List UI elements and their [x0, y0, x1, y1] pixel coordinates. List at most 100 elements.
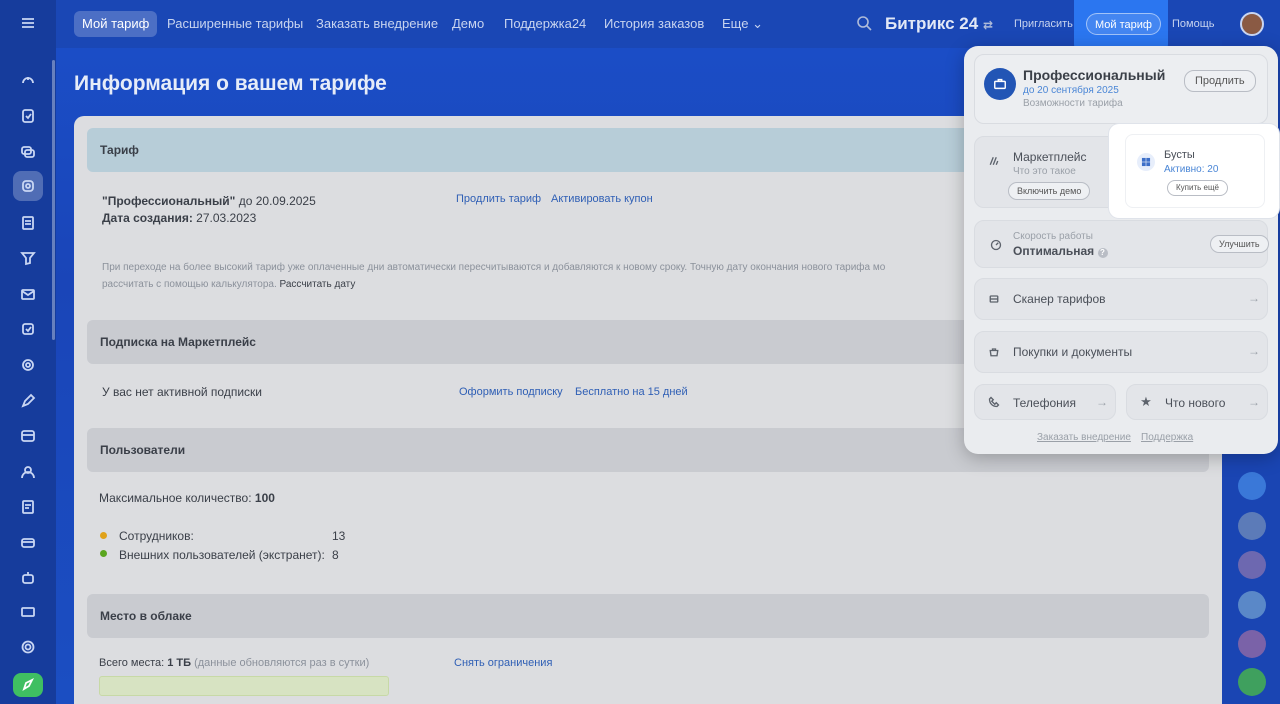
tariff-until: до 20.09.2025	[235, 194, 316, 208]
marketplace-sub[interactable]: Что это такое	[1013, 166, 1076, 177]
pen-icon[interactable]	[13, 386, 43, 416]
my-plan-highlight[interactable]: Мой тариф	[1074, 0, 1168, 52]
chat-icon[interactable]	[13, 137, 43, 167]
employees-dot	[100, 532, 107, 539]
chat-bubble-icon[interactable]	[1238, 472, 1266, 500]
boosts-highlight[interactable]: Бусты Активно: 20 Купить ещё	[1109, 124, 1279, 218]
arrow-right-icon: →	[1248, 291, 1260, 305]
search-icon[interactable]	[856, 15, 872, 31]
rocket-icon[interactable]	[13, 673, 43, 697]
remove-limits-link[interactable]: Снять ограничения	[454, 657, 552, 669]
employees-label: Сотрудников:	[119, 529, 194, 543]
tab-more[interactable]: Еще ⌄	[714, 11, 771, 37]
purchases-label: Покупки и документы	[1013, 345, 1133, 359]
plan-until: до 20 сентября 2025	[1023, 85, 1119, 96]
menu-icon[interactable]	[13, 8, 43, 38]
gear-icon[interactable]	[13, 632, 43, 662]
feed-icon[interactable]	[13, 66, 43, 96]
avatar[interactable]	[1240, 12, 1264, 36]
star-icon: ★	[1140, 394, 1152, 409]
contact-avatar[interactable]	[1238, 512, 1266, 540]
enable-demo-button[interactable]: Включить демо	[1008, 182, 1091, 200]
basket-icon	[985, 343, 1003, 361]
file-icon[interactable]	[13, 492, 43, 522]
target-icon[interactable]	[13, 350, 43, 380]
tab-my-plan[interactable]: Мой тариф	[74, 11, 158, 37]
buy-more-button[interactable]: Купить ещё	[1167, 180, 1228, 196]
info-icon[interactable]: ?	[1097, 248, 1108, 258]
grid-icon[interactable]	[13, 597, 43, 627]
speed-value-line: Оптимальная ?	[1013, 244, 1108, 258]
created-value: 27.03.2023	[192, 211, 257, 225]
arrow-right-icon: →	[1248, 395, 1260, 409]
tab-support24[interactable]: Поддержка24	[496, 11, 594, 37]
sidebar-scrollbar[interactable]	[52, 60, 55, 340]
brand-logo: Битрикс 24 ⇄	[885, 14, 993, 34]
external-dot	[100, 550, 107, 557]
boosts-title: Бусты	[1164, 149, 1195, 161]
max-users-label: Максимальное количество:	[99, 491, 252, 505]
tab-more-label: Еще	[722, 16, 749, 31]
card-icon[interactable]	[13, 528, 43, 558]
marketplace-icon	[985, 152, 1003, 170]
checkbox-icon[interactable]	[13, 314, 43, 344]
speed-label: Скорость работы	[1013, 231, 1093, 242]
marketplace-title: Маркетплейс	[1013, 150, 1087, 164]
cloud-progress-bar	[99, 676, 389, 696]
calculate-date-link[interactable]: Рассчитать дату	[277, 279, 356, 290]
tariff-note-line1: При переходе на более высокий тариф уже …	[102, 262, 886, 273]
employees-value: 13	[332, 529, 346, 543]
tab-demo[interactable]: Демо	[444, 11, 492, 37]
brand-text: Битрикс 24	[885, 14, 979, 33]
my-plan-button[interactable]: Мой тариф	[1086, 13, 1161, 35]
telephony-label: Телефония	[1013, 396, 1076, 410]
mail-icon[interactable]	[13, 279, 43, 309]
arrow-right-icon: →	[1248, 344, 1260, 358]
swap-icon[interactable]: ⇄	[983, 18, 993, 32]
tariff-name-line: "Профессиональный" до 20.09.2025	[102, 194, 316, 208]
free-trial-link[interactable]: Бесплатно на 15 дней	[575, 386, 688, 398]
max-users-line: Максимальное количество: 100	[99, 491, 275, 505]
cloud-note: (данные обновляются раз в сутки)	[191, 657, 370, 669]
calendar-icon[interactable]	[13, 421, 43, 451]
arrow-right-icon: →	[1096, 395, 1108, 409]
chevron-down-icon: ⌄	[752, 16, 763, 31]
footer-support-link[interactable]: Поддержка	[1141, 432, 1193, 443]
contact-avatar[interactable]	[1238, 591, 1266, 619]
plan-name: Профессиональный	[1023, 67, 1166, 83]
invite-button[interactable]: Пригласить	[1006, 11, 1081, 37]
footer-order-link[interactable]: Заказать внедрение	[1037, 432, 1131, 443]
plan-popup: Профессиональный до 20 сентября 2025 Воз…	[964, 46, 1278, 454]
briefcase-icon	[984, 68, 1016, 100]
help-button[interactable]: Помощь	[1164, 11, 1223, 37]
activate-coupon-link[interactable]: Активировать купон	[551, 193, 653, 205]
scanner-icon	[985, 290, 1003, 308]
external-value: 8	[332, 548, 339, 562]
docs-icon[interactable]	[13, 208, 43, 238]
whats-new-label: Что нового	[1165, 396, 1226, 410]
tariff-note-line2: рассчитать с помощью калькулятора. Рассч…	[102, 279, 355, 290]
page-title: Информация о вашем тарифе	[74, 72, 387, 95]
extend-tariff-link[interactable]: Продлить тариф	[456, 193, 541, 205]
tab-extended-plans[interactable]: Расширенные тарифы	[159, 11, 311, 37]
plan-icon[interactable]	[13, 171, 43, 201]
users-icon[interactable]	[13, 457, 43, 487]
robot-icon[interactable]	[13, 563, 43, 593]
tab-order-implementation[interactable]: Заказать внедрение	[308, 11, 446, 37]
plan-features-link[interactable]: Возможности тарифа	[1023, 98, 1123, 109]
contact-avatar[interactable]	[1238, 630, 1266, 658]
group-avatar[interactable]	[1238, 551, 1266, 579]
tab-order-history[interactable]: История заказов	[596, 11, 712, 37]
contact-avatar[interactable]	[1238, 668, 1266, 696]
left-sidebar	[0, 0, 56, 704]
cloud-total-line: Всего места: 1 ТБ (данные обновляются ра…	[99, 657, 369, 669]
phone-icon	[985, 393, 1003, 411]
extend-button[interactable]: Продлить	[1184, 70, 1256, 92]
boosts-card[interactable]: Бусты Активно: 20 Купить ещё	[1125, 134, 1265, 208]
boosts-active: Активно: 20	[1164, 164, 1219, 175]
scanner-label: Сканер тарифов	[1013, 292, 1106, 306]
subscribe-link[interactable]: Оформить подписку	[459, 386, 563, 398]
funnel-icon[interactable]	[13, 243, 43, 273]
tasks-icon[interactable]	[13, 101, 43, 131]
improve-button[interactable]: Улучшить	[1210, 235, 1269, 253]
